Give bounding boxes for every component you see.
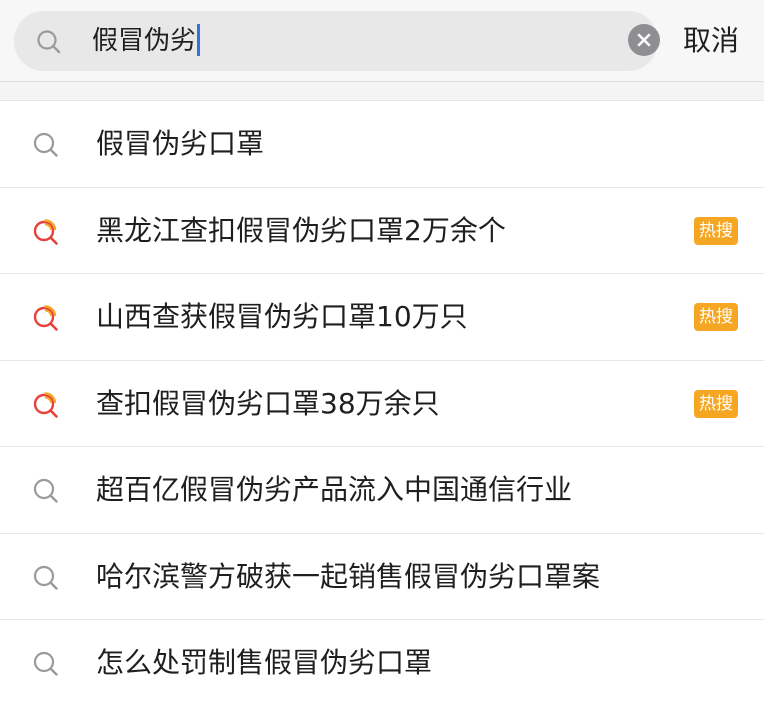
suggestion-label: 黑龙江查扣假冒伪劣口罩2万余个 bbox=[96, 213, 506, 247]
hot-search-icon bbox=[30, 216, 62, 248]
cancel-button[interactable]: 取消 bbox=[683, 11, 739, 71]
suggestion-label: 怎么处罚制售假冒伪劣口罩 bbox=[96, 646, 433, 679]
suggestion-label: 查扣假冒伪劣口罩38万余只 bbox=[96, 386, 440, 420]
section-divider bbox=[0, 82, 764, 101]
search-query: 假冒伪劣 bbox=[92, 11, 201, 71]
hot-badge: 热搜 bbox=[694, 216, 738, 245]
suggestion-item[interactable]: 怎么处罚制售假冒伪劣口罩 bbox=[0, 620, 764, 707]
search-query-text: 假冒伪劣 bbox=[92, 26, 197, 56]
suggestion-label: 哈尔滨警方破获一起销售假冒伪劣口罩案 bbox=[96, 559, 601, 593]
search-icon bbox=[30, 129, 62, 161]
suggestion-item[interactable]: 山西查获假冒伪劣口罩10万只 热搜 bbox=[0, 274, 764, 361]
search-icon bbox=[30, 475, 62, 507]
hot-badge: 热搜 bbox=[694, 303, 738, 331]
suggestion-item[interactable]: 超百亿假冒伪劣产品流入中国通信行业 bbox=[0, 447, 764, 534]
suggestion-item[interactable]: 查扣假冒伪劣口罩38万余只 热搜 bbox=[0, 361, 764, 447]
suggestion-label: 山西查获假冒伪劣口罩10万只 bbox=[96, 300, 468, 333]
search-input[interactable]: 假冒伪劣 bbox=[14, 11, 660, 71]
clear-button[interactable] bbox=[628, 24, 660, 56]
suggestion-label: 超百亿假冒伪劣产品流入中国通信行业 bbox=[96, 473, 573, 506]
suggestion-item[interactable]: 假冒伪劣口罩 bbox=[0, 101, 764, 188]
text-caret bbox=[197, 23, 201, 56]
suggestion-item[interactable]: 黑龙江查扣假冒伪劣口罩2万余个 热搜 bbox=[0, 188, 764, 274]
hot-search-icon bbox=[30, 302, 62, 334]
suggestion-item[interactable]: 哈尔滨警方破获一起销售假冒伪劣口罩案 bbox=[0, 534, 764, 620]
search-icon bbox=[30, 648, 62, 680]
search-icon bbox=[30, 562, 62, 594]
clear-icon bbox=[637, 33, 651, 47]
hot-badge: 热搜 bbox=[694, 389, 738, 418]
search-icon bbox=[37, 30, 61, 54]
suggestion-label: 假冒伪劣口罩 bbox=[96, 127, 265, 160]
search-header: 假冒伪劣 取消 bbox=[0, 0, 764, 82]
suggestion-list: 假冒伪劣口罩 黑龙江查扣假冒伪劣口罩2万余个 热搜 山西查获假冒伪劣口罩10万只 热搜查… bbox=[0, 101, 764, 707]
hot-search-icon bbox=[30, 389, 62, 421]
